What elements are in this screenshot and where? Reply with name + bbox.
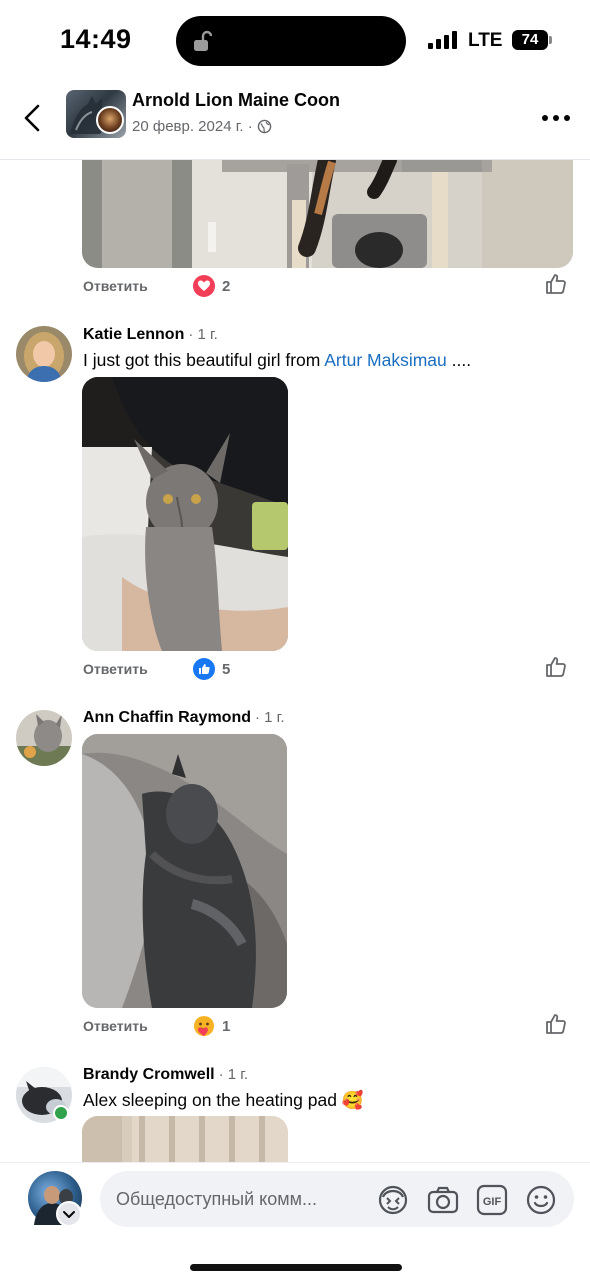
avatar-sticker-icon[interactable] bbox=[376, 1183, 410, 1217]
comment-time: · 1 г. bbox=[255, 709, 285, 726]
reaction-count: 1 bbox=[222, 1017, 231, 1035]
dynamic-island bbox=[176, 16, 406, 66]
page-avatar[interactable] bbox=[66, 90, 126, 138]
care-reaction-icon bbox=[194, 1016, 214, 1036]
comment-composer: GIF bbox=[0, 1162, 590, 1280]
comment-photo[interactable] bbox=[82, 377, 288, 651]
cat-tree-photo bbox=[82, 160, 573, 268]
comment-actions: Ответить 5 bbox=[82, 655, 572, 685]
chevron-left-icon[interactable] bbox=[18, 100, 48, 136]
comment-author[interactable]: Katie Lennon bbox=[83, 326, 184, 344]
reply-button[interactable]: Ответить bbox=[83, 278, 148, 294]
post-header: Arnold Lion Maine Coon 20 февр. 2024 г. … bbox=[0, 80, 590, 160]
status-bar: 14:49 LTE 74 bbox=[0, 0, 590, 80]
battery-icon: 74 bbox=[512, 30, 548, 50]
globe-icon bbox=[257, 119, 271, 134]
reaction-count: 5 bbox=[222, 660, 231, 678]
post-meta: 20 февр. 2024 г. · bbox=[132, 118, 272, 135]
network-type: LTE bbox=[468, 30, 503, 51]
avatar[interactable] bbox=[16, 326, 72, 382]
home-indicator[interactable] bbox=[190, 1264, 402, 1271]
comment-author-line: Ann Chaffin Raymond · 1 г. bbox=[83, 709, 284, 727]
comment-photo[interactable] bbox=[82, 160, 573, 268]
comment-text: Alex sleeping on the heating pad 🥰 bbox=[83, 1090, 364, 1110]
more-horizontal-icon[interactable] bbox=[540, 108, 572, 128]
ann-avatar-photo bbox=[16, 710, 72, 766]
signal-icon bbox=[428, 31, 457, 49]
comment-input[interactable] bbox=[116, 1171, 366, 1227]
comments-feed[interactable]: Ответить 2 Katie Lennon · 1 г. I just go… bbox=[0, 160, 590, 1162]
mention-link[interactable]: Artur Maksimau bbox=[324, 350, 447, 370]
avatar[interactable] bbox=[16, 710, 72, 766]
comment-time: · 1 г. bbox=[188, 326, 218, 343]
comment-text: I just got this beautiful girl from Artu… bbox=[83, 350, 471, 371]
status-time: 14:49 bbox=[60, 24, 132, 54]
heart-icon bbox=[193, 275, 215, 297]
reaction-summary[interactable]: 5 bbox=[192, 657, 230, 681]
comment-body-suffix[interactable]: .... bbox=[447, 350, 471, 370]
page-title[interactable]: Arnold Lion Maine Coon bbox=[132, 90, 340, 111]
like-reaction-icon bbox=[193, 658, 215, 680]
sleeping-cat-photo bbox=[82, 734, 287, 1008]
comment-author-line: Brandy Cromwell · 1 г. bbox=[83, 1066, 248, 1084]
comment-body: I just got this beautiful girl from bbox=[83, 350, 321, 370]
online-status-dot bbox=[53, 1105, 69, 1121]
battery-cap bbox=[549, 36, 552, 44]
comment-author[interactable]: Ann Chaffin Raymond bbox=[83, 709, 251, 727]
camera-icon[interactable] bbox=[426, 1183, 460, 1217]
comment-time: · 1 г. bbox=[218, 1066, 249, 1083]
thumbs-up-icon[interactable] bbox=[544, 1012, 568, 1036]
reaction-count: 2 bbox=[222, 277, 231, 295]
thumbs-up-icon[interactable] bbox=[544, 272, 568, 296]
post-date: 20 февр. 2024 г. · bbox=[132, 118, 253, 135]
comment-box: GIF bbox=[100, 1171, 574, 1227]
chevron-down-icon[interactable] bbox=[56, 1201, 82, 1227]
reaction-summary[interactable]: 2 bbox=[192, 274, 230, 298]
kitten-held-photo bbox=[82, 377, 288, 651]
reaction-summary[interactable]: 1 bbox=[192, 1014, 230, 1038]
chevron-down-glyph bbox=[63, 1211, 75, 1218]
emoji-icon[interactable] bbox=[524, 1183, 558, 1217]
reply-button[interactable]: Ответить bbox=[83, 1018, 148, 1034]
comment-author-line: Katie Lennon · 1 г. bbox=[83, 326, 218, 344]
comment-author[interactable]: Brandy Cromwell bbox=[83, 1066, 215, 1084]
comment-photo[interactable] bbox=[82, 1116, 288, 1162]
svg-text:GIF: GIF bbox=[483, 1196, 502, 1208]
reply-button[interactable]: Ответить bbox=[83, 661, 148, 677]
gif-icon[interactable]: GIF bbox=[475, 1183, 509, 1217]
thumbs-up-icon[interactable] bbox=[544, 655, 568, 679]
comment-actions: Ответить 1 bbox=[82, 1012, 572, 1042]
lock-open-icon bbox=[194, 30, 212, 51]
comment-photo[interactable] bbox=[82, 734, 287, 1008]
comment-actions: Ответить 2 bbox=[82, 272, 572, 302]
katie-avatar-photo bbox=[16, 326, 72, 382]
page-logo-badge bbox=[96, 106, 124, 134]
curtain-photo bbox=[82, 1116, 288, 1162]
